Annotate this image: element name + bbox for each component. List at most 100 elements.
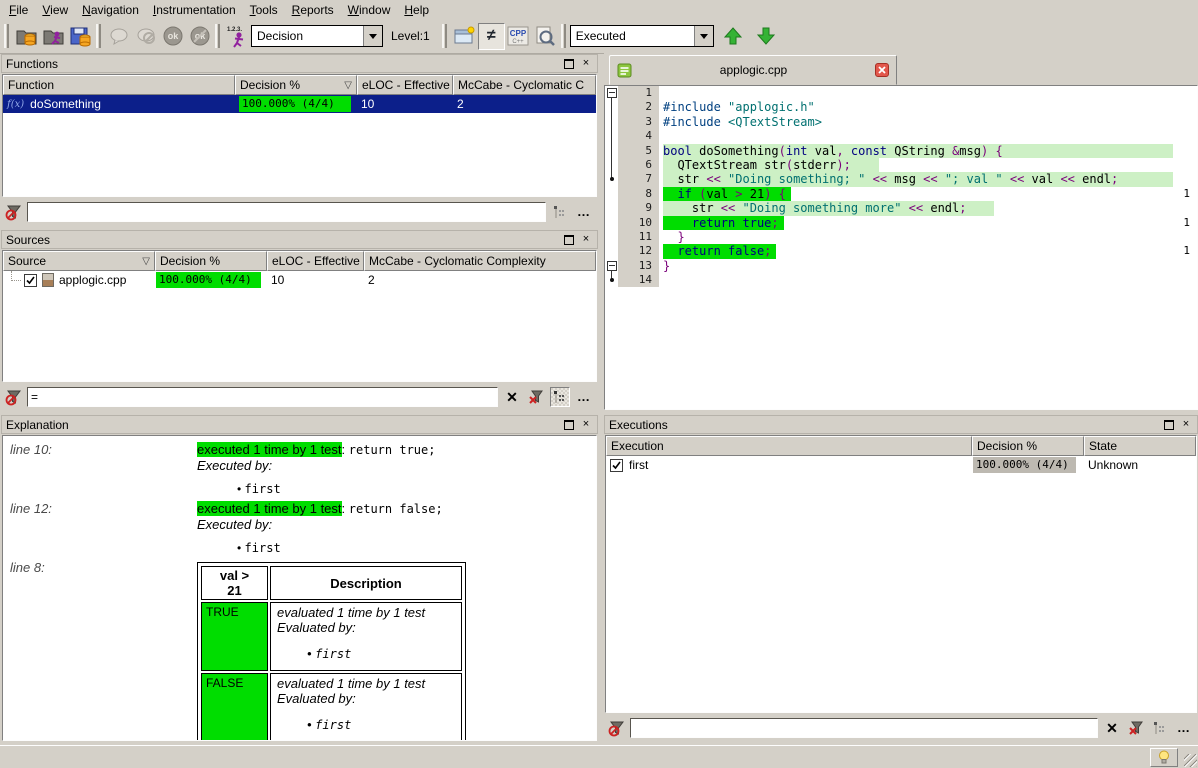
condition-description-cell: evaluated 1 time by 1 testEvaluated by:•… <box>270 602 462 671</box>
source-code-editor[interactable]: 12#include "applogic.h"3#include <QTextS… <box>604 85 1198 410</box>
column-header-function[interactable]: Function <box>3 75 235 95</box>
code-line[interactable]: 11 } <box>605 230 1197 244</box>
close-panel-button[interactable]: × <box>579 418 593 431</box>
toolbar-handle[interactable] <box>4 24 9 48</box>
code-line[interactable]: 9 str << "Doing something more" << endl; <box>605 201 1197 215</box>
next-execution-button[interactable] <box>753 23 780 50</box>
column-header-decision[interactable]: Decision % <box>972 436 1084 456</box>
save-database-button[interactable] <box>67 23 94 50</box>
filter-clear-icon[interactable] <box>5 203 23 221</box>
menu-item-window[interactable]: Window <box>342 1 399 19</box>
filter-clear-icon[interactable] <box>608 719 626 737</box>
float-panel-button[interactable] <box>1162 418 1176 431</box>
filter-clear-icon[interactable] <box>5 388 23 406</box>
filter-more-button[interactable]: … <box>574 202 594 222</box>
filter-tree-mode-button[interactable] <box>550 202 570 222</box>
column-header-source[interactable]: Source▽ <box>3 251 155 271</box>
resize-grip[interactable] <box>1184 754 1197 767</box>
execution-row-first[interactable]: first 100.000% (4/4) Unknown <box>606 456 1196 474</box>
open-database-button[interactable] <box>13 23 40 50</box>
filter-clear-text-button[interactable]: ✕ <box>502 387 522 407</box>
functions-filter-input[interactable] <box>27 202 546 222</box>
code-line[interactable]: 7 str << "Doing something; " << msg << "… <box>605 172 1197 186</box>
code-line[interactable]: 10 return true;1 <box>605 216 1197 230</box>
menu-item-help[interactable]: Help <box>398 1 437 19</box>
column-header-eloc[interactable]: eLOC - Effective <box>357 75 453 95</box>
source-row-applogic[interactable]: applogic.cpp 100.000% (4/4) 10 2 <box>3 271 596 289</box>
filter-tree-mode-button[interactable] <box>1150 718 1170 738</box>
remove-comment-button[interactable] <box>132 23 159 50</box>
column-header-mccabe[interactable]: McCabe - Cyclomatic Complexity <box>364 251 596 271</box>
unvalidate-button[interactable]: ok <box>186 23 213 50</box>
code-line[interactable]: 1 <box>605 86 1197 100</box>
combo-dropdown-button[interactable] <box>363 26 382 46</box>
hint-button[interactable] <box>1150 748 1178 767</box>
column-header-execution[interactable]: Execution <box>606 436 972 456</box>
code-line[interactable]: 8 if (val > 21) {1 <box>605 187 1197 201</box>
lightbulb-icon <box>1158 750 1170 764</box>
filter-remove-button[interactable] <box>526 387 546 407</box>
column-header-decision[interactable]: Decision % <box>155 251 267 271</box>
menu-item-tools[interactable]: Tools <box>244 1 286 19</box>
filter-more-button[interactable]: … <box>1174 718 1194 738</box>
code-line[interactable]: 3#include <QTextStream> <box>605 115 1197 129</box>
code-line[interactable]: 12 return false;1 <box>605 244 1197 258</box>
float-panel-button[interactable] <box>562 418 576 431</box>
execution-checkbox[interactable] <box>610 459 623 472</box>
code-line[interactable]: 13} <box>605 259 1197 273</box>
executions-filter-input[interactable] <box>630 718 1098 738</box>
toolbar-handle[interactable] <box>215 24 220 48</box>
column-header-mccabe[interactable]: McCabe - Cyclomatic C <box>453 75 596 95</box>
menu-item-reports[interactable]: Reports <box>286 1 342 19</box>
float-panel-button[interactable] <box>562 57 576 70</box>
execution-order-button[interactable]: 1.2.3. <box>224 23 251 50</box>
previous-execution-button[interactable] <box>720 23 747 50</box>
toolbar-handle[interactable] <box>442 24 447 48</box>
filter-tree-mode-button[interactable] <box>550 387 570 407</box>
close-panel-button[interactable]: × <box>579 233 593 246</box>
code-text: return true; <box>659 216 1173 230</box>
code-line[interactable]: 14 <box>605 273 1197 287</box>
column-header-eloc[interactable]: eLOC - Effective <box>267 251 364 271</box>
validate-button[interactable]: ok <box>159 23 186 50</box>
diff-mode-button[interactable]: ≠ <box>478 23 505 50</box>
menu-item-file[interactable]: File <box>3 1 36 19</box>
open-run-database-button[interactable] <box>40 23 67 50</box>
code-line[interactable]: 6 QTextStream str(stderr); <box>605 158 1197 172</box>
filter-more-button[interactable]: … <box>574 387 594 407</box>
tab-close-icon[interactable] <box>875 63 889 77</box>
coverage-level-combo[interactable]: Decision <box>251 25 383 47</box>
toolbar-handle[interactable] <box>561 24 566 48</box>
code-line[interactable]: 4 <box>605 129 1197 143</box>
filter-clear-text-button[interactable]: ✕ <box>1102 718 1122 738</box>
column-header-state[interactable]: State <box>1084 436 1196 456</box>
fold-collapse-icon[interactable] <box>607 88 617 98</box>
menu-item-navigation[interactable]: Navigation <box>76 1 147 19</box>
menu-item-instrumentation[interactable]: Instrumentation <box>147 1 244 19</box>
source-checkbox[interactable] <box>24 274 37 287</box>
menu-item-view[interactable]: View <box>36 1 76 19</box>
preview-button[interactable] <box>532 23 559 50</box>
ok-slash-icon: ok <box>189 25 211 47</box>
column-header-decision[interactable]: Decision %▽ <box>235 75 357 95</box>
close-panel-button[interactable]: × <box>1179 418 1193 431</box>
executed-filter-combo[interactable]: Executed <box>570 25 714 47</box>
show-windows-button[interactable] <box>451 23 478 50</box>
combo-dropdown-button[interactable] <box>694 26 713 46</box>
add-comment-button[interactable] <box>105 23 132 50</box>
tree-branch <box>11 271 21 281</box>
sources-filter-input[interactable] <box>27 387 498 407</box>
function-row-dosomething[interactable]: f(x)doSomething 100.000% (4/4) 10 2 <box>3 95 596 113</box>
cpp-view-button[interactable]: CPP C++ <box>505 23 532 50</box>
window-icon <box>453 26 475 46</box>
code-line[interactable]: 2#include "applogic.h" <box>605 100 1197 114</box>
float-panel-button[interactable] <box>562 233 576 246</box>
code-text: bool doSomething(int val, const QString … <box>659 144 1173 158</box>
condition-column-header: Description <box>270 566 462 600</box>
close-panel-button[interactable]: × <box>579 57 593 70</box>
fold-collapse-icon[interactable] <box>607 261 617 271</box>
filter-remove-button[interactable] <box>1126 718 1146 738</box>
code-line[interactable]: 5bool doSomething(int val, const QString… <box>605 144 1197 158</box>
toolbar-handle[interactable] <box>96 24 101 48</box>
tab-applogic-cpp[interactable]: applogic.cpp <box>609 55 897 85</box>
